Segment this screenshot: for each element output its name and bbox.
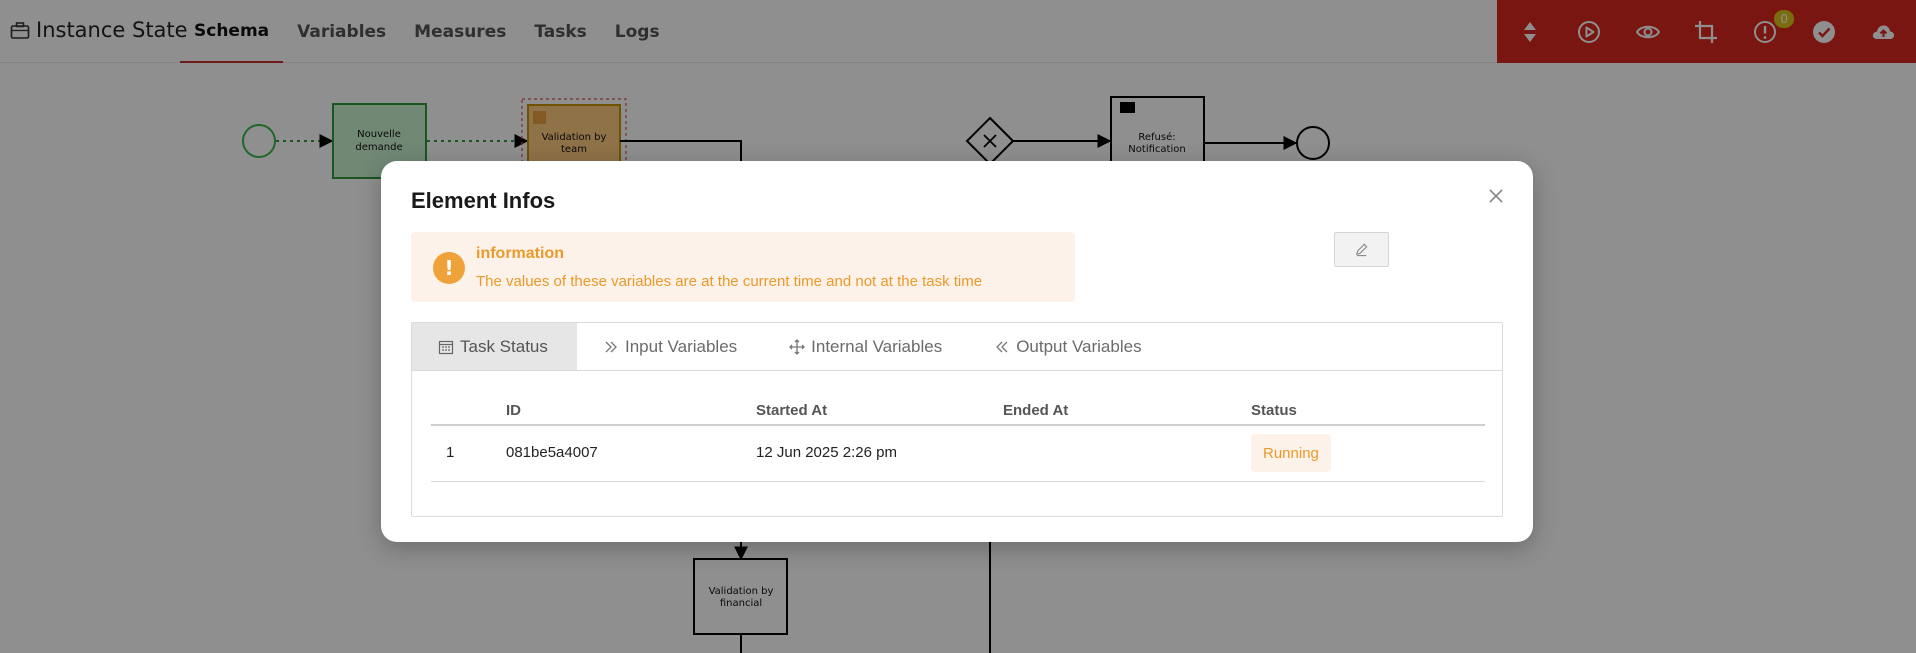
status-badge: Running xyxy=(1251,434,1331,472)
tab-task-status[interactable]: Task Status xyxy=(412,323,577,370)
edit-button[interactable] xyxy=(1334,232,1389,267)
double-chevron-left-icon xyxy=(996,341,1008,352)
info-alert: ! information The values of these variab… xyxy=(411,232,1075,302)
header-started-at: Started At xyxy=(756,402,828,419)
header-status: Status xyxy=(1251,402,1297,419)
tab-label: Internal Variables xyxy=(811,336,943,356)
alert-title: information xyxy=(476,245,564,262)
warning-icon: ! xyxy=(433,252,465,284)
move-icon xyxy=(789,338,806,355)
table-row: 1 081be5a4007 12 Jun 2025 2:26 pm Runnin… xyxy=(431,426,1485,482)
tab-output-variables[interactable]: Output Variables xyxy=(968,323,1167,370)
task-status-table: ID Started At Ended At Status 1 081be5a4… xyxy=(431,399,1485,482)
pencil-icon xyxy=(1355,243,1368,257)
element-infos-modal: Element Infos ! information The values o… xyxy=(381,161,1533,542)
tab-input-variables[interactable]: Input Variables xyxy=(577,323,763,370)
calendar-icon xyxy=(438,340,454,354)
table-header: ID Started At Ended At Status xyxy=(431,399,1485,426)
tab-panel: Task Status Input Variables Internal Var… xyxy=(411,322,1503,517)
cell-id: 081be5a4007 xyxy=(506,444,598,461)
tab-label: Output Variables xyxy=(1016,336,1142,356)
tab-bar: Task Status Input Variables Internal Var… xyxy=(412,323,1502,371)
tab-label: Input Variables xyxy=(625,336,738,356)
header-ended-at: Ended At xyxy=(1003,402,1069,419)
modal-title: Element Infos xyxy=(411,188,556,213)
double-chevron-right-icon xyxy=(605,341,617,352)
close-icon[interactable] xyxy=(1487,187,1505,205)
alert-text: The values of these variables are at the… xyxy=(476,273,983,290)
cell-index: 1 xyxy=(446,444,455,461)
tab-label: Task Status xyxy=(460,336,548,356)
header-id: ID xyxy=(506,402,521,419)
cell-started-at: 12 Jun 2025 2:26 pm xyxy=(756,444,897,461)
tab-internal-variables[interactable]: Internal Variables xyxy=(763,323,968,370)
